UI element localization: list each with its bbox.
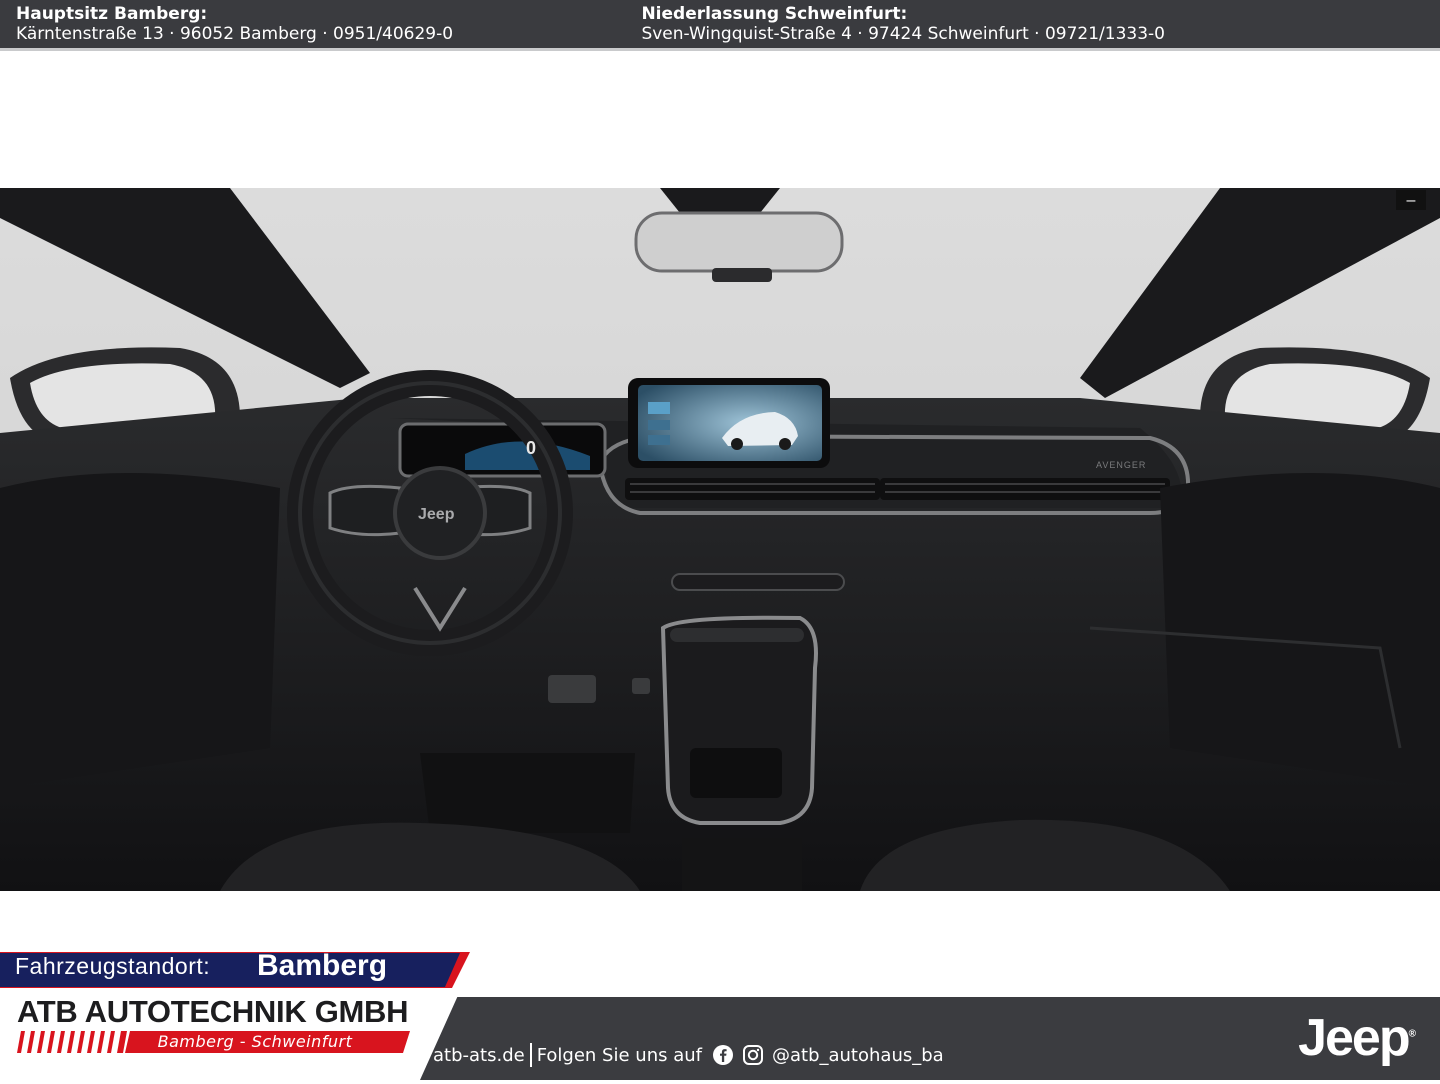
social-links: atb-ats.de Folgen Sie uns auf @atb_autoh… [433,1040,944,1070]
header-divider [0,48,1440,51]
jeep-registered-mark: ® [1408,1028,1416,1040]
branch-label: Niederlassung Schweinfurt: [641,4,908,24]
website-link[interactable]: atb-ats.de [433,1045,525,1066]
hq-label: Hauptsitz Bamberg: [16,4,208,24]
interior-illustration [0,188,1440,891]
instagram-handle[interactable]: @atb_autohaus_ba [772,1045,944,1066]
steering-badge: Jeep [418,506,455,523]
location-label: Fahrzeugstandort: [15,953,211,979]
company-name: ATB AUTOTECHNIK GMBH [17,994,409,1029]
jeep-logo: Jeep® [1298,1008,1416,1068]
vehicle-interior-photo[interactable]: Jeep 0 AVENGER [0,188,1440,891]
header-bar: Hauptsitz Bamberg: Kärntenstraße 13 · 96… [0,0,1440,48]
company-logo-stripes [17,1031,127,1053]
branch-address: Sven-Wingquist-Straße 4 · 97424 Schweinf… [641,24,1166,44]
follow-text: Folgen Sie uns auf [536,1044,702,1066]
company-cities: Bamberg - Schweinfurt [157,1032,353,1051]
cluster-speed: 0 [526,438,537,458]
hq-address-block: Hauptsitz Bamberg: Kärntenstraße 13 · 96… [16,4,641,44]
location-value: Bamberg [257,949,388,982]
instagram-icon[interactable] [742,1044,764,1066]
jeep-logo-text: Jeep [1298,1009,1411,1067]
social-separator [529,1043,532,1067]
branch-address-block: Niederlassung Schweinfurt: Sven-Wingquis… [641,4,1426,44]
zoom-button[interactable]: – [1396,190,1426,210]
facebook-icon[interactable] [712,1044,734,1066]
dash-model-badge: AVENGER [1096,460,1147,470]
hq-address: Kärntenstraße 13 · 96052 Bamberg · 0951/… [16,24,454,44]
